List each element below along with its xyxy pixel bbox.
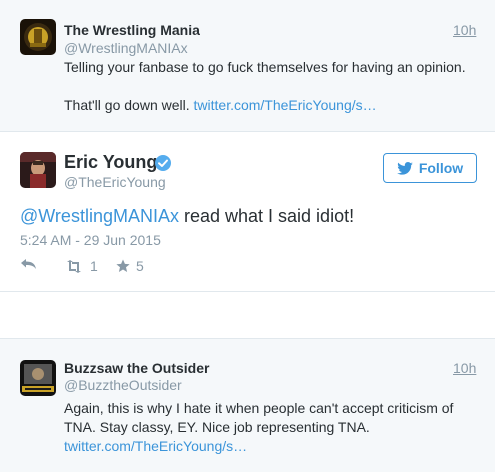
tweet-text-line: Again, this is why I hate it when people… [64,400,454,416]
tweet-text-plain: That'll go down well. [64,97,190,113]
tweet-time[interactable]: 10h [453,22,476,38]
avatar[interactable] [20,152,56,188]
tweet-text-plain: read what I said idiot! [183,206,355,226]
retweet-button[interactable]: 1 [64,258,98,274]
mention-link[interactable]: @WrestlingMANIAx [20,206,179,226]
reply-button[interactable] [20,258,37,270]
tweet-text-line: Telling your fanbase to go fuck themselv… [64,59,466,75]
tweet-link[interactable]: twitter.com/TheEricYoung/s… [64,437,484,456]
tweet-text: Telling your fanbase to go fuck themselv… [64,58,484,115]
tweet-text: @WrestlingMANIAx read what I said idiot! [20,206,354,227]
favorite-count: 5 [136,258,144,274]
context-tweet-below: Buzzsaw the Outsider @BuzztheOutsider 10… [0,338,495,472]
avatar[interactable] [20,19,56,55]
author-handle[interactable]: @BuzztheOutsider [64,377,182,393]
context-tweet-above: The Wrestling Mania @WrestlingMANIAx 10h… [0,0,495,132]
favorite-button[interactable]: 5 [116,258,144,274]
author-handle[interactable]: @WrestlingMANIAx [64,40,188,56]
tweet-date[interactable]: 5:24 AM - 29 Jun 2015 [20,232,161,248]
follow-button[interactable]: Follow [383,153,477,183]
divider [0,291,495,292]
retweet-count: 1 [90,258,98,274]
author-name[interactable]: Eric Young [64,152,157,173]
tweet-text-line: That'll go down well. twitter.com/TheEri… [64,96,484,115]
reply-icon [21,259,36,269]
author-name[interactable]: Buzzsaw the Outsider [64,360,209,376]
retweet-icon [67,259,81,273]
star-icon [116,259,130,272]
author-name[interactable]: The Wrestling Mania [64,22,200,38]
verified-badge-icon [155,155,171,171]
tweet-time[interactable]: 10h [453,360,476,376]
follow-label: Follow [418,160,464,176]
author-handle[interactable]: @TheEricYoung [64,174,166,190]
bird-icon [397,161,413,175]
tweet-link[interactable]: twitter.com/TheEricYoung/s… [194,97,377,113]
tweet-text: Again, this is why I hate it when people… [64,399,484,456]
avatar[interactable] [20,360,56,396]
tweet-text-line: TNA. Stay classy, EY. Nice job represent… [64,419,370,435]
